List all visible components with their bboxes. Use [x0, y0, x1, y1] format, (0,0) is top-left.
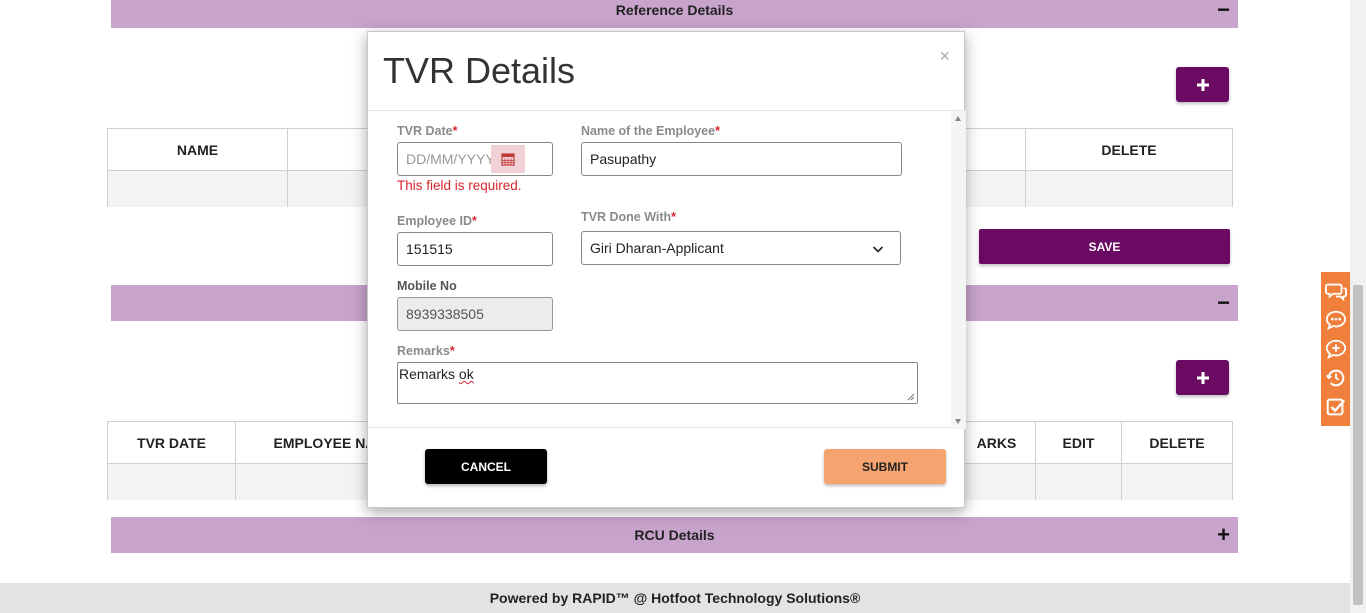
tvr-date-label-text: TVR Date	[397, 124, 453, 138]
close-icon[interactable]: ×	[939, 46, 950, 67]
employee-name-label-text: Name of the Employee	[581, 124, 716, 138]
scroll-up-icon[interactable]	[955, 116, 961, 121]
required-marker: *	[715, 124, 720, 138]
chevron-down-icon	[872, 246, 884, 253]
required-marker: *	[452, 124, 458, 138]
calendar-button[interactable]	[491, 145, 525, 173]
calendar-icon	[501, 153, 515, 166]
mobile-no-input: 8939338505	[397, 297, 553, 331]
employee-name-input[interactable]: Pasupathy	[581, 142, 902, 176]
required-marker: *	[472, 214, 477, 228]
resize-handle-icon[interactable]	[907, 393, 915, 401]
remarks-label: Remarks*	[397, 344, 455, 358]
modal-scrollbar[interactable]	[951, 111, 966, 429]
employee-id-input[interactable]: 151515	[397, 232, 553, 266]
employee-name-label: Name of the Employee*	[581, 124, 720, 138]
tvr-details-modal: TVR Details × TVR Date* DD/MM/YYYY This …	[367, 31, 966, 508]
tvr-done-with-label: TVR Done With*	[581, 210, 676, 224]
remarks-label-text: Remarks	[397, 344, 450, 358]
required-marker: *	[449, 344, 455, 358]
tvr-done-with-select[interactable]: Giri Dharan-Applicant	[581, 231, 901, 265]
mobile-no-label: Mobile No	[397, 279, 457, 293]
remarks-value: Remarks	[399, 366, 456, 382]
scroll-down-icon[interactable]	[955, 419, 961, 424]
modal-title: TVR Details	[383, 50, 576, 91]
mobile-no-label-text: Mobile No	[397, 279, 457, 293]
remarks-value-misspelled: ok	[458, 366, 474, 382]
tvr-date-error: This field is required.	[397, 178, 522, 193]
tvr-date-placeholder: DD/MM/YYYY	[406, 151, 495, 167]
cancel-button[interactable]: CANCEL	[425, 449, 547, 484]
tvr-done-with-value: Giri Dharan-Applicant	[590, 240, 724, 256]
employee-id-value: 151515	[406, 241, 453, 257]
required-marker: *	[671, 210, 677, 224]
tvr-date-label: TVR Date*	[397, 124, 457, 138]
tvr-done-with-label-text: TVR Done With	[581, 210, 672, 224]
employee-name-value: Pasupathy	[590, 151, 657, 167]
employee-id-label: Employee ID*	[397, 214, 477, 228]
remarks-textarea[interactable]: Remarks ok	[397, 362, 918, 404]
mobile-no-value: 8939338505	[406, 306, 484, 322]
modal-body: TVR Date* DD/MM/YYYY This field is requi…	[368, 110, 966, 429]
submit-button[interactable]: SUBMIT	[824, 449, 946, 484]
tvr-date-input[interactable]: DD/MM/YYYY	[397, 142, 553, 176]
employee-id-label-text: Employee ID	[397, 214, 473, 228]
